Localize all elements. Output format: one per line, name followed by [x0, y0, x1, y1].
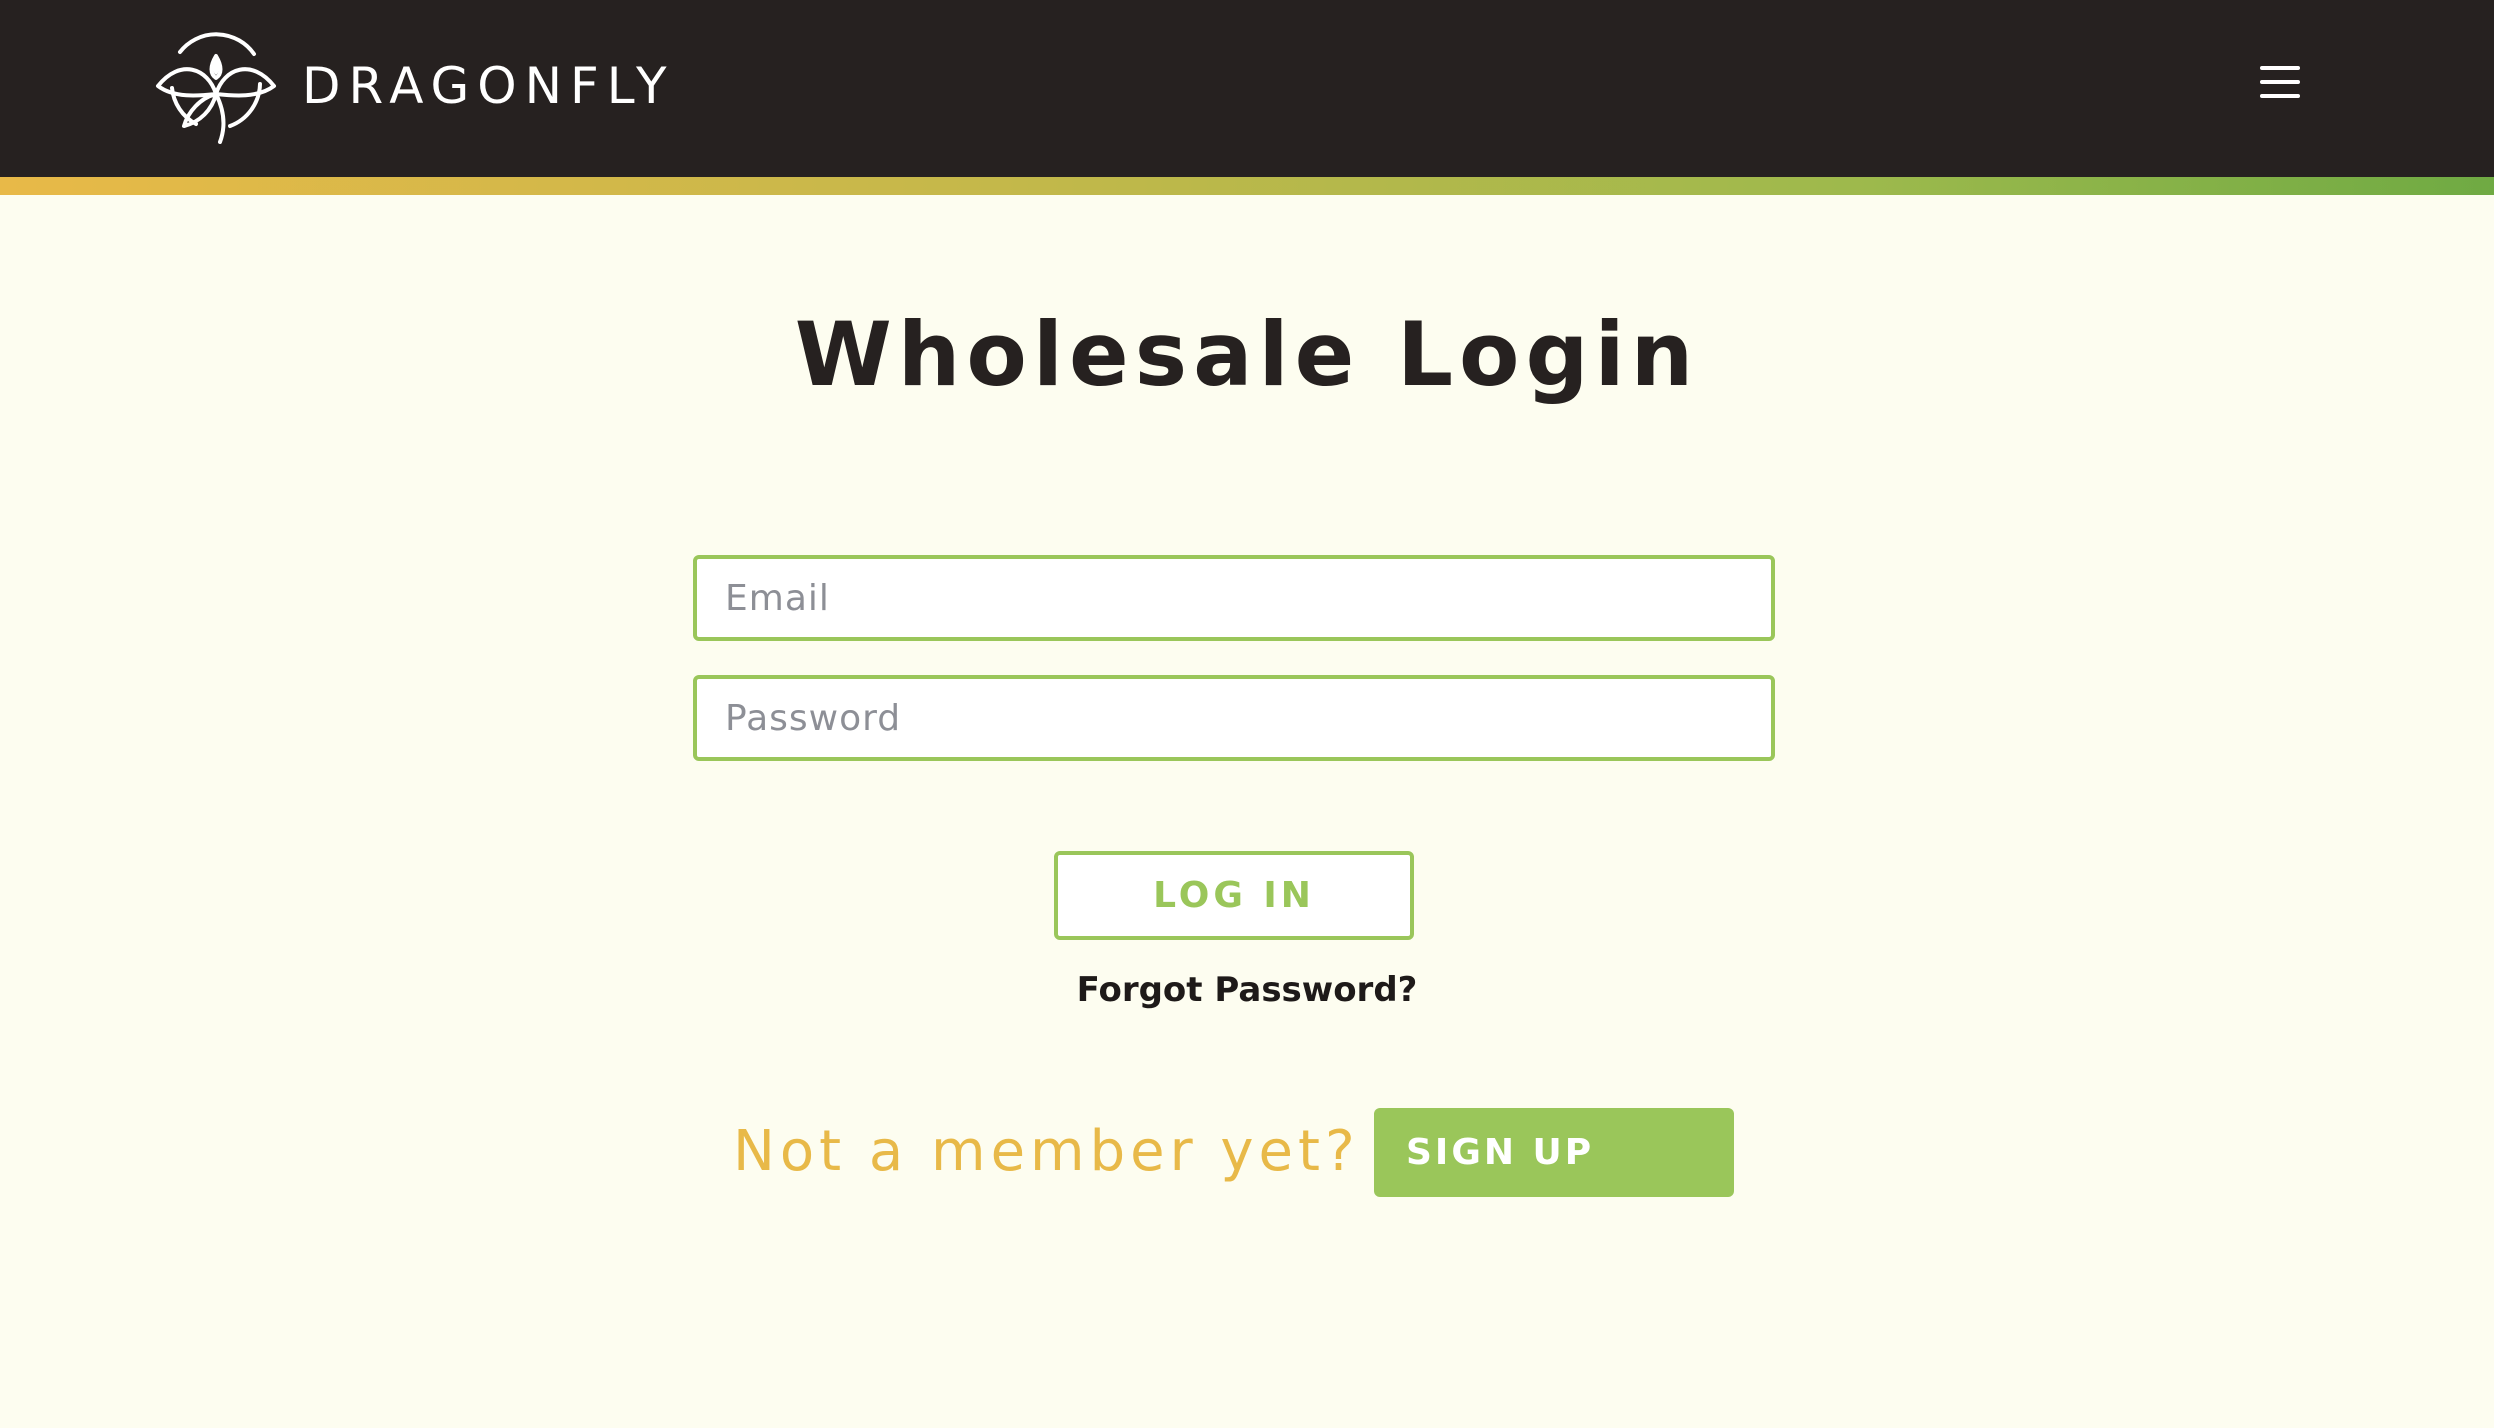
site-header: DRAGONFLY: [0, 0, 2494, 177]
hamburger-menu-icon[interactable]: [2250, 56, 2310, 108]
login-button[interactable]: LOG IN: [1054, 851, 1414, 940]
menu-bar: [2260, 94, 2300, 98]
signup-prompt: Not a member yet?: [733, 1119, 1360, 1184]
header-accent-stripe: [0, 177, 2494, 195]
signup-button[interactable]: SIGN UP: [1374, 1108, 1734, 1197]
dragonfly-lotus-logo-icon: [156, 32, 276, 144]
menu-bar: [2260, 66, 2300, 70]
menu-bar: [2260, 80, 2300, 84]
password-field[interactable]: [693, 675, 1775, 761]
login-form: [693, 555, 1775, 761]
page-title: Wholesale Login: [794, 303, 1700, 406]
forgot-password-link[interactable]: Forgot Password?: [0, 960, 2494, 1020]
email-field[interactable]: [693, 555, 1775, 641]
brand-logo-link[interactable]: DRAGONFLY: [150, 28, 675, 144]
brand-name: DRAGONFLY: [302, 57, 675, 115]
